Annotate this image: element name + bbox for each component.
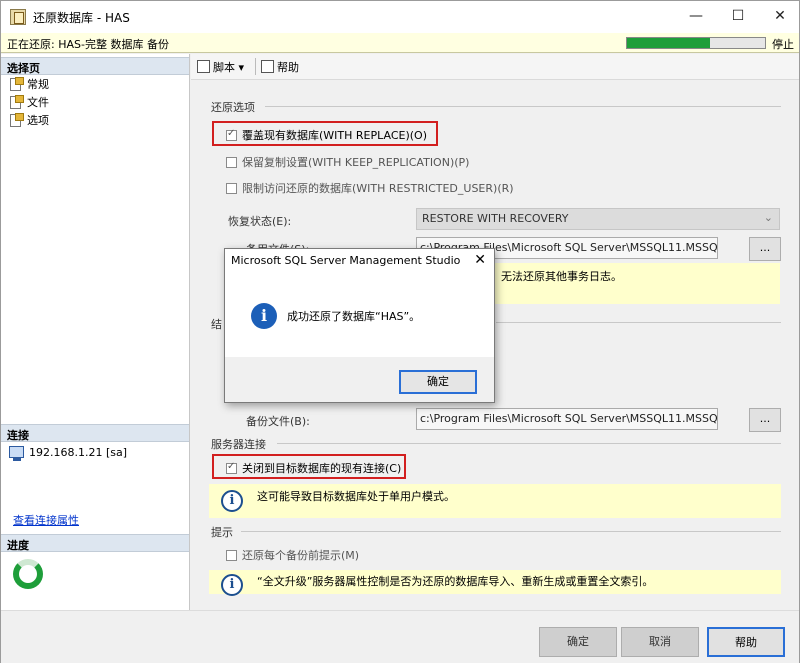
view-connection-properties-link[interactable]: 查看连接属性 <box>13 512 79 528</box>
checkbox-box[interactable] <box>226 183 237 194</box>
title-bar: 还原数据库 - HAS — ☐ ✕ <box>1 1 799 33</box>
progress-spinner-icon <box>13 559 43 589</box>
with-replace-checkbox[interactable]: 覆盖现有数据库(WITH REPLACE)(O) <box>226 127 427 143</box>
progress-fill <box>627 38 710 48</box>
restricted-user-checkbox[interactable]: 限制访问还原的数据库(WITH RESTRICTED_USER)(R) <box>226 180 514 196</box>
minimize-button[interactable]: — <box>681 5 711 27</box>
database-icon <box>10 9 26 25</box>
info-text: “全文升级”服务器属性控制是否为还原的数据库导入、重新生成或重置全文索引。 <box>257 575 654 588</box>
page-item-options[interactable]: 选项 <box>9 112 49 128</box>
connection-label: 192.168.1.21 [sa] <box>29 446 128 459</box>
checkbox-box[interactable] <box>226 461 237 474</box>
group-divider <box>277 443 781 444</box>
toolbar: 脚本 ▾ 帮助 <box>191 54 799 80</box>
info-bar: i 这可能导致目标数据库处于单用户模式。 <box>209 484 781 518</box>
restore-database-window: 还原数据库 - HAS — ☐ ✕ 正在还原: HAS-完整 数据库 备份 停止… <box>0 0 800 663</box>
keep-replication-checkbox[interactable]: 保留复制设置(WITH KEEP_REPLICATION)(P) <box>226 154 469 170</box>
dialog-close-button[interactable]: ✕ <box>474 252 486 268</box>
checkbox-box[interactable] <box>226 128 237 141</box>
maximize-button[interactable]: ☐ <box>723 5 753 27</box>
script-label: 脚本 <box>213 61 235 74</box>
cancel-button[interactable]: 取消 <box>621 627 699 657</box>
info-text: 无法还原其他事务日志。 <box>501 270 622 283</box>
help-icon <box>261 60 274 73</box>
success-message-dialog: Microsoft SQL Server Management Studio ✕… <box>224 248 495 403</box>
recovery-state-label: 恢复状态(E): <box>228 215 292 228</box>
chevron-down-icon: ⌄ <box>763 211 773 224</box>
help-footer-button[interactable]: 帮助 <box>707 627 785 657</box>
information-icon: i <box>251 303 277 329</box>
script-button[interactable]: 脚本 ▾ <box>197 59 244 75</box>
page-icon <box>9 77 24 91</box>
connection-header: 连接 <box>1 424 189 442</box>
browse-backup-button[interactable]: ... <box>749 408 781 432</box>
info-text: 这可能导致目标数据库处于单用户模式。 <box>257 490 455 503</box>
restore-progress-bar <box>626 37 766 49</box>
group-divider <box>265 106 781 107</box>
info-bar: i “全文升级”服务器属性控制是否为还原的数据库导入、重新生成或重置全文索引。 <box>209 570 781 596</box>
connection-entry: 192.168.1.21 [sa] <box>9 446 128 461</box>
prompt-group-label: 提示 <box>211 526 233 539</box>
group-divider <box>496 322 781 323</box>
checkbox-label: 关闭到目标数据库的现有连接(C) <box>242 462 402 475</box>
backup-file-input[interactable]: c:\Program Files\Microsoft SQL Server\MS… <box>416 408 718 430</box>
ok-button[interactable]: 确定 <box>539 627 617 657</box>
page-item-general[interactable]: 常规 <box>9 76 49 92</box>
window-title: 还原数据库 - HAS <box>33 11 130 25</box>
checkbox-label: 覆盖现有数据库(WITH REPLACE)(O) <box>242 129 428 142</box>
progress-header: 进度 <box>1 534 189 552</box>
recovery-state-value: RESTORE WITH RECOVERY <box>422 212 569 225</box>
script-icon <box>197 60 210 73</box>
group-divider <box>241 531 781 532</box>
checkbox-label: 还原每个备份前提示(M) <box>242 549 360 562</box>
dialog-title: Microsoft SQL Server Management Studio <box>225 249 494 275</box>
checkbox-box[interactable] <box>226 550 237 561</box>
select-page-header: 选择页 <box>1 57 189 75</box>
chevron-down-icon[interactable]: ▾ <box>239 61 245 74</box>
toolbar-separator <box>255 58 256 75</box>
server-icon <box>9 446 24 461</box>
status-text: 正在还原: HAS-完整 数据库 备份 <box>7 38 169 51</box>
page-icon <box>9 95 24 109</box>
dialog-message: 成功还原了数据库“HAS”。 <box>287 310 421 323</box>
page-item-files[interactable]: 文件 <box>9 94 49 110</box>
server-connection-group-label: 服务器连接 <box>211 438 266 451</box>
checkbox-label: 保留复制设置(WITH KEEP_REPLICATION)(P) <box>242 156 470 169</box>
backup-file-label: 备份文件(B): <box>246 415 310 428</box>
page-label: 文件 <box>27 96 49 109</box>
info-icon: i <box>221 574 243 596</box>
checkbox-label: 限制访问还原的数据库(WITH RESTRICTED_USER)(R) <box>242 182 514 195</box>
page-icon <box>9 113 24 127</box>
status-strip: 正在还原: HAS-完整 数据库 备份 停止 <box>1 33 799 53</box>
close-connections-checkbox[interactable]: 关闭到目标数据库的现有连接(C) <box>226 460 401 476</box>
dialog-footer: 确定 取消 帮助 <box>1 610 799 663</box>
prompt-before-each-checkbox[interactable]: 还原每个备份前提示(M) <box>226 547 359 563</box>
help-label: 帮助 <box>277 61 299 74</box>
close-button[interactable]: ✕ <box>765 5 795 27</box>
tail-log-group-label: 结 <box>211 318 222 331</box>
browse-standby-button[interactable]: ... <box>749 237 781 261</box>
page-label: 常规 <box>27 78 49 91</box>
page-label: 选项 <box>27 114 49 127</box>
recovery-state-select[interactable]: RESTORE WITH RECOVERY ⌄ <box>416 208 780 230</box>
stop-button[interactable]: 停止 <box>772 36 794 52</box>
restore-options-group-label: 还原选项 <box>211 101 255 114</box>
info-icon: i <box>221 490 243 512</box>
checkbox-box[interactable] <box>226 157 237 168</box>
left-panel: 选择页 常规 文件 选项 连接 192.168.1.21 [sa] 查看连接属性… <box>1 54 190 610</box>
dialog-body: i 成功还原了数据库“HAS”。 <box>225 275 494 357</box>
dialog-ok-button[interactable]: 确定 <box>399 370 477 394</box>
help-button[interactable]: 帮助 <box>261 59 299 75</box>
